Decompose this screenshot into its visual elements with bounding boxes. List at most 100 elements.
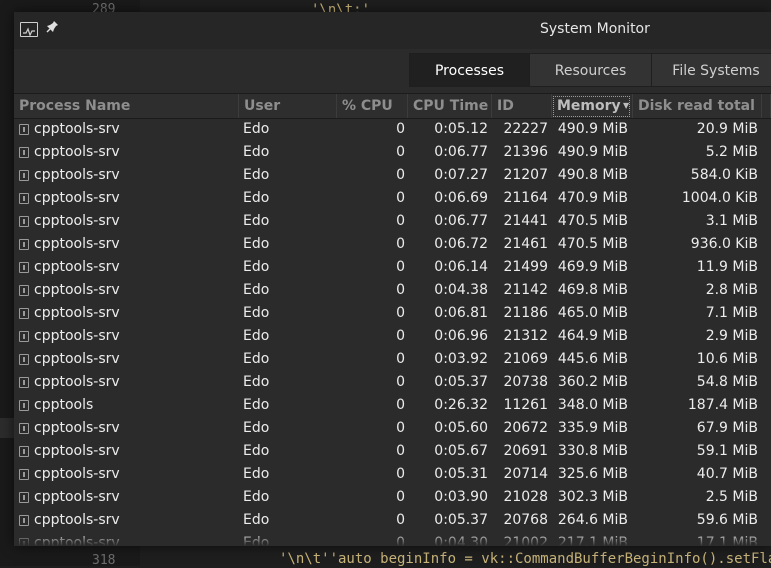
process-row[interactable]: cpptools-srv Edo 0 0:06.81 21186 465.0 MiB 7.1… bbox=[14, 302, 771, 325]
process-row[interactable]: cpptools-srv Edo 0 0:03.90 21028 302.3 MiB 2.5… bbox=[14, 486, 771, 509]
cell-memory: 464.9 MiB bbox=[557, 328, 628, 344]
process-icon bbox=[19, 400, 29, 411]
cell-time: 0:03.92 bbox=[434, 351, 488, 367]
column-more[interactable] bbox=[762, 94, 771, 118]
process-row[interactable]: cpptools-srv Edo 0 0:03.92 21069 445.6 MiB 10.… bbox=[14, 348, 771, 371]
tab-file-systems[interactable]: File Systems bbox=[651, 53, 771, 87]
cell-time: 0:05.37 bbox=[434, 512, 488, 528]
cell-id: 21142 bbox=[503, 282, 548, 298]
cell-memory: 360.2 MiB bbox=[557, 374, 628, 390]
cell-cpu: 0 bbox=[396, 443, 405, 459]
sort-descending-icon: ▼ bbox=[623, 101, 630, 110]
cell-name: cpptools-srv bbox=[34, 466, 120, 482]
process-icon bbox=[19, 124, 29, 135]
cell-user: Edo bbox=[243, 466, 270, 482]
cell-name: cpptools-srv bbox=[34, 236, 120, 252]
column-cpu-time[interactable]: CPU Time bbox=[408, 94, 492, 118]
cell-cpu: 0 bbox=[396, 121, 405, 137]
cell-id: 20738 bbox=[503, 374, 548, 390]
process-icon bbox=[19, 354, 29, 365]
column-disk-read-total[interactable]: Disk read total bbox=[633, 94, 762, 118]
cell-name: cpptools-srv bbox=[34, 282, 120, 298]
process-row[interactable]: cpptools-srv Edo 0 0:04.38 21142 469.8 MiB 2.8… bbox=[14, 279, 771, 302]
cell-cpu: 0 bbox=[396, 144, 405, 160]
process-icon bbox=[19, 423, 29, 434]
column-process-name[interactable]: Process Name bbox=[14, 94, 239, 118]
process-row[interactable]: cpptools-srv Edo 0 0:07.27 21207 490.8 MiB 584… bbox=[14, 164, 771, 187]
tab-processes[interactable]: Processes bbox=[409, 53, 530, 87]
process-list: cpptools-srv Edo 0 0:05.12 22227 490.9 MiB 20.… bbox=[14, 118, 771, 546]
cell-user: Edo bbox=[243, 259, 270, 275]
cell-name: cpptools-srv bbox=[34, 144, 120, 160]
cell-time: 0:05.67 bbox=[434, 443, 488, 459]
cell-time: 0:03.90 bbox=[434, 489, 488, 505]
cell-memory: 264.6 MiB bbox=[557, 512, 628, 528]
cell-memory: 490.9 MiB bbox=[557, 144, 628, 160]
cell-user: Edo bbox=[243, 144, 270, 160]
cell-id: 22227 bbox=[503, 121, 548, 137]
cell-id: 21441 bbox=[503, 213, 548, 229]
cell-disk: 59.6 MiB bbox=[696, 512, 758, 528]
process-icon bbox=[19, 308, 29, 319]
cell-user: Edo bbox=[243, 190, 270, 206]
process-row[interactable]: cpptools-srv Edo 0 0:05.37 20768 264.6 MiB 59.… bbox=[14, 509, 771, 532]
process-icon bbox=[19, 285, 29, 296]
process-icon bbox=[19, 377, 29, 388]
cell-user: Edo bbox=[243, 282, 270, 298]
code-line: '\n\t''auto beginInfo = vk::CommandBuffe… bbox=[279, 551, 771, 567]
column-user[interactable]: User bbox=[239, 94, 337, 118]
process-icon bbox=[19, 331, 29, 342]
tab-resources[interactable]: Resources bbox=[529, 53, 652, 87]
process-row[interactable]: cpptools-srv Edo 0 0:06.77 21441 470.5 MiB 3.1… bbox=[14, 210, 771, 233]
column-cpu[interactable]: % CPU bbox=[337, 94, 408, 118]
cell-id: 21069 bbox=[503, 351, 548, 367]
cell-id: 21028 bbox=[503, 489, 548, 505]
process-row[interactable]: cpptools-srv Edo 0 0:06.14 21499 469.9 MiB 11.… bbox=[14, 256, 771, 279]
process-row[interactable]: cpptools-srv Edo 0 0:05.60 20672 335.9 MiB 67.… bbox=[14, 417, 771, 440]
cell-time: 0:06.81 bbox=[434, 305, 488, 321]
process-row[interactable]: cpptools-srv Edo 0 0:06.96 21312 464.9 MiB 2.9… bbox=[14, 325, 771, 348]
cell-user: Edo bbox=[243, 420, 270, 436]
cell-memory: 490.9 MiB bbox=[557, 121, 628, 137]
process-row[interactable]: cpptools-srv Edo 0 0:06.69 21164 470.9 MiB 100… bbox=[14, 187, 771, 210]
process-icon bbox=[19, 147, 29, 158]
cell-user: Edo bbox=[243, 374, 270, 390]
cell-user: Edo bbox=[243, 443, 270, 459]
cell-time: 0:05.12 bbox=[434, 121, 488, 137]
cell-memory: 469.8 MiB bbox=[557, 282, 628, 298]
cell-name: cpptools-srv bbox=[34, 213, 120, 229]
process-row[interactable]: cpptools Edo 0 0:26.32 11261 348.0 MiB 187.4 M… bbox=[14, 394, 771, 417]
column-id[interactable]: ID bbox=[492, 94, 552, 118]
cell-memory: 335.9 MiB bbox=[557, 420, 628, 436]
cell-time: 0:06.77 bbox=[434, 144, 488, 160]
system-monitor-icon bbox=[20, 22, 38, 37]
cell-user: Edo bbox=[243, 236, 270, 252]
process-row[interactable]: cpptools-srv Edo 0 0:05.37 20738 360.2 MiB 54.… bbox=[14, 371, 771, 394]
cell-user: Edo bbox=[243, 213, 270, 229]
process-row[interactable]: cpptools-srv Edo 0 0:05.12 22227 490.9 MiB 20.… bbox=[14, 118, 771, 141]
process-row[interactable]: cpptools-srv Edo 0 0:05.67 20691 330.8 MiB 59.… bbox=[14, 440, 771, 463]
process-row[interactable]: cpptools-srv Edo 0 0:05.31 20714 325.6 MiB 40.… bbox=[14, 463, 771, 486]
cell-cpu: 0 bbox=[396, 466, 405, 482]
cell-user: Edo bbox=[243, 328, 270, 344]
cell-time: 0:05.60 bbox=[434, 420, 488, 436]
cell-time: 0:06.96 bbox=[434, 328, 488, 344]
cell-id: 21396 bbox=[503, 144, 548, 160]
cell-time: 0:06.14 bbox=[434, 259, 488, 275]
cell-time: 0:06.72 bbox=[434, 236, 488, 252]
title-bar[interactable]: System Monitor bbox=[14, 12, 771, 49]
process-icon bbox=[19, 262, 29, 273]
cell-id: 11261 bbox=[503, 397, 548, 413]
process-icon bbox=[19, 446, 29, 457]
cell-id: 21164 bbox=[503, 190, 548, 206]
cell-cpu: 0 bbox=[396, 190, 405, 206]
process-row[interactable]: cpptools-srv Edo 0 0:06.77 21396 490.9 MiB 5.2… bbox=[14, 141, 771, 164]
pin-icon[interactable] bbox=[46, 20, 59, 37]
cell-memory: 302.3 MiB bbox=[557, 489, 628, 505]
cell-user: Edo bbox=[243, 512, 270, 528]
process-row[interactable]: cpptools-srv Edo 0 0:06.72 21461 470.5 MiB 936… bbox=[14, 233, 771, 256]
cell-memory: 465.0 MiB bbox=[557, 305, 628, 321]
cell-disk: 11.9 MiB bbox=[696, 259, 758, 275]
cell-disk: 3.1 MiB bbox=[705, 213, 758, 229]
cell-time: 0:06.69 bbox=[434, 190, 488, 206]
